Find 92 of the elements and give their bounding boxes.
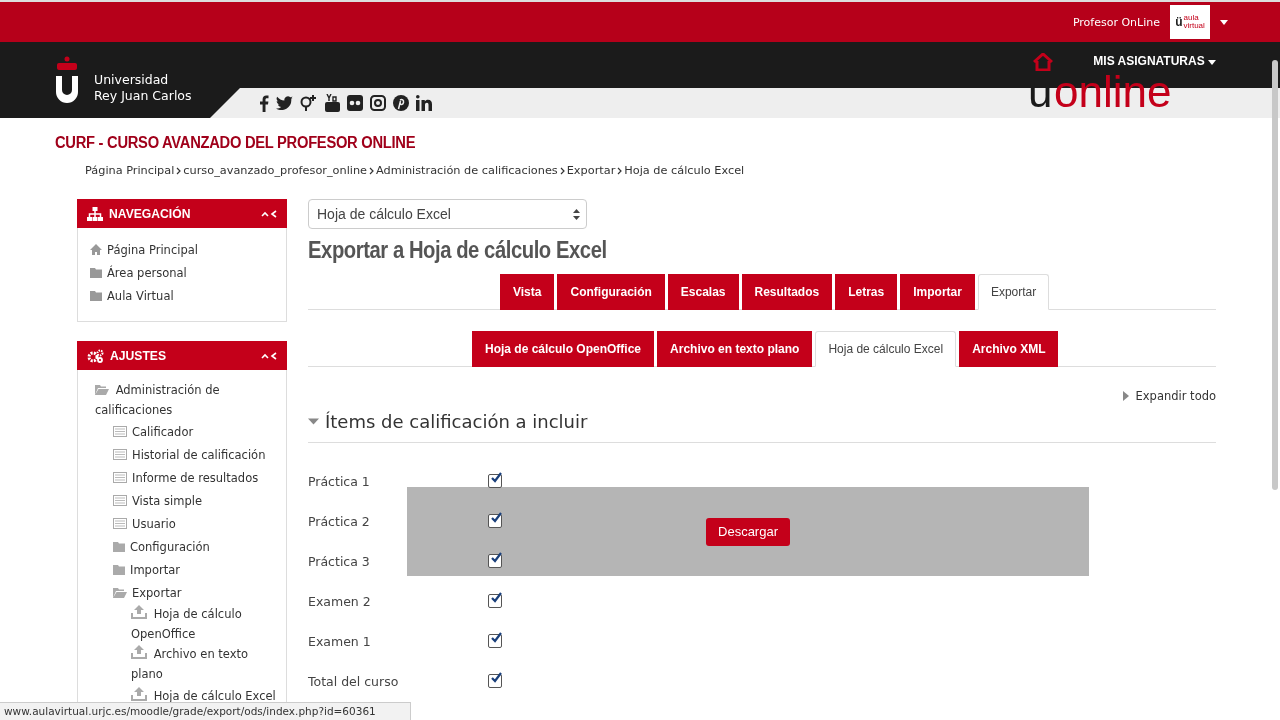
settings-tree-item[interactable]: Configuración bbox=[130, 536, 210, 557]
youtube-icon[interactable] bbox=[325, 94, 340, 112]
settings-tree-item[interactable]: Informe de resultados bbox=[132, 467, 259, 488]
chevron-icon bbox=[176, 166, 182, 175]
download-button[interactable]: Descargar bbox=[706, 517, 790, 546]
collapse-icon[interactable] bbox=[261, 209, 277, 218]
grade-item-label: Práctica 1 bbox=[308, 473, 371, 489]
page-title: Exportar a Hoja de cálculo Excel bbox=[308, 237, 608, 264]
tab[interactable]: Hoja de cálculo OpenOffice bbox=[472, 331, 655, 367]
tab[interactable]: Hoja de cálculo Excel bbox=[815, 331, 957, 367]
twitter-icon[interactable] bbox=[276, 96, 293, 110]
sitemap-icon bbox=[87, 206, 103, 221]
university-name: Universidad bbox=[94, 72, 170, 88]
settings-tree-item[interactable]: Usuario bbox=[132, 513, 176, 534]
checkbox[interactable] bbox=[488, 554, 502, 568]
facebook-icon[interactable] bbox=[259, 94, 269, 112]
home-icon bbox=[90, 244, 102, 255]
tab[interactable]: Vista bbox=[500, 274, 555, 310]
flickr-icon[interactable] bbox=[347, 95, 363, 111]
checkbox[interactable] bbox=[488, 474, 502, 488]
upload-icon bbox=[131, 605, 147, 619]
tab[interactable]: Archivo XML bbox=[959, 331, 1059, 367]
gears-icon bbox=[87, 348, 104, 363]
folder-icon bbox=[90, 267, 102, 278]
navigation-item[interactable]: Página Principal bbox=[107, 242, 198, 257]
table-icon bbox=[113, 472, 127, 483]
house-logo-icon bbox=[1032, 53, 1054, 71]
course-title: CURF - CURSO AVANZADO DEL PROFESOR ONLINE bbox=[55, 134, 417, 152]
chevron-icon bbox=[617, 166, 623, 175]
upload-icon bbox=[131, 645, 147, 659]
settings-tree-item[interactable]: Importar bbox=[130, 559, 180, 580]
linkedin-icon[interactable] bbox=[416, 95, 432, 111]
grade-item-label: Práctica 3 bbox=[308, 553, 371, 569]
expand-all-link[interactable]: Expandir todo bbox=[1135, 389, 1216, 403]
navigation-item[interactable]: Aula Virtual bbox=[107, 288, 174, 303]
grade-item-label: Total del curso bbox=[308, 673, 400, 689]
grade-item-label: Práctica 2 bbox=[308, 513, 371, 529]
tab[interactable]: Importar bbox=[900, 274, 975, 310]
breadcrumb-link[interactable]: Hoja de cálculo Excel bbox=[624, 164, 745, 177]
chevron-icon bbox=[369, 166, 375, 175]
table-icon bbox=[113, 495, 127, 506]
navigation-item[interactable]: Área personal bbox=[107, 265, 187, 280]
google-plus-icon[interactable] bbox=[300, 94, 318, 112]
settings-tree-item[interactable]: Historial de calificación bbox=[132, 444, 266, 465]
tab[interactable]: Exportar bbox=[977, 274, 1050, 310]
logo-letter: ü bbox=[1175, 15, 1183, 29]
block-title: NAVEGACIÓN bbox=[109, 206, 192, 221]
pinterest-icon[interactable] bbox=[393, 95, 409, 111]
tab[interactable]: Resultados bbox=[741, 274, 833, 310]
settings-tree-item[interactable]: Hoja de cálculo OpenOffice bbox=[131, 604, 276, 644]
settings-tree-item[interactable]: Archivo en texto plano bbox=[131, 644, 276, 684]
breadcrumb-link[interactable]: curso_avanzado_profesor_online bbox=[183, 164, 368, 177]
collapse-icon[interactable] bbox=[261, 351, 277, 360]
checkbox[interactable] bbox=[488, 674, 502, 688]
triangle-icon bbox=[1122, 391, 1129, 401]
instagram-icon[interactable] bbox=[370, 95, 386, 111]
breadcrumb-link[interactable]: Exportar bbox=[566, 164, 616, 177]
settings-tree-item[interactable]: Exportar bbox=[132, 582, 182, 603]
block-title: AJUSTES bbox=[110, 348, 168, 363]
breadcrumb-link[interactable]: Página Principal bbox=[85, 164, 175, 177]
courses-menu[interactable]: MIS ASIGNATURAS bbox=[1093, 54, 1216, 68]
grade-item-label: Examen 1 bbox=[308, 633, 372, 649]
checkbox[interactable] bbox=[488, 634, 502, 648]
caret-icon[interactable] bbox=[1220, 19, 1228, 25]
user-name[interactable]: Profesor OnLine bbox=[1072, 15, 1160, 29]
tab[interactable]: Letras bbox=[835, 274, 898, 310]
university-name: Rey Juan Carlos bbox=[94, 88, 192, 104]
folder-icon bbox=[90, 290, 102, 301]
tab[interactable]: Configuración bbox=[557, 274, 665, 310]
caret-icon bbox=[1208, 60, 1216, 65]
university-logo-icon bbox=[54, 56, 80, 104]
format-select[interactable]: Hoja de cálculo Excel bbox=[308, 199, 587, 229]
tab[interactable]: Archivo en texto plano bbox=[657, 331, 813, 367]
settings-tree-item[interactable]: Administración de calificaciones bbox=[95, 380, 276, 420]
breadcrumb-link[interactable]: Administración de calificaciones bbox=[376, 164, 558, 177]
scrollbar[interactable] bbox=[1272, 60, 1278, 490]
tab[interactable]: Escalas bbox=[667, 274, 739, 310]
table-icon bbox=[113, 426, 127, 437]
section-title[interactable]: Ítems de calificación a incluir bbox=[325, 411, 588, 432]
settings-tree-item[interactable]: Calificador bbox=[132, 421, 194, 442]
checkbox[interactable] bbox=[488, 594, 502, 608]
chevron-icon bbox=[559, 166, 565, 175]
status-bar-url: www.aulavirtual.urjc.es/moodle/grade/export/ods/index.php?id=60361 bbox=[0, 702, 411, 720]
select-arrows-icon bbox=[573, 208, 580, 220]
upload-icon bbox=[131, 686, 147, 701]
expand-triangle-icon[interactable] bbox=[308, 416, 319, 427]
settings-tree-item[interactable]: Vista simple bbox=[132, 490, 202, 511]
logo-text: aula virtual bbox=[1183, 14, 1205, 30]
grade-item-label: Examen 2 bbox=[308, 593, 372, 609]
table-icon bbox=[113, 449, 127, 460]
checkbox[interactable] bbox=[488, 514, 502, 528]
table-icon bbox=[113, 518, 127, 529]
